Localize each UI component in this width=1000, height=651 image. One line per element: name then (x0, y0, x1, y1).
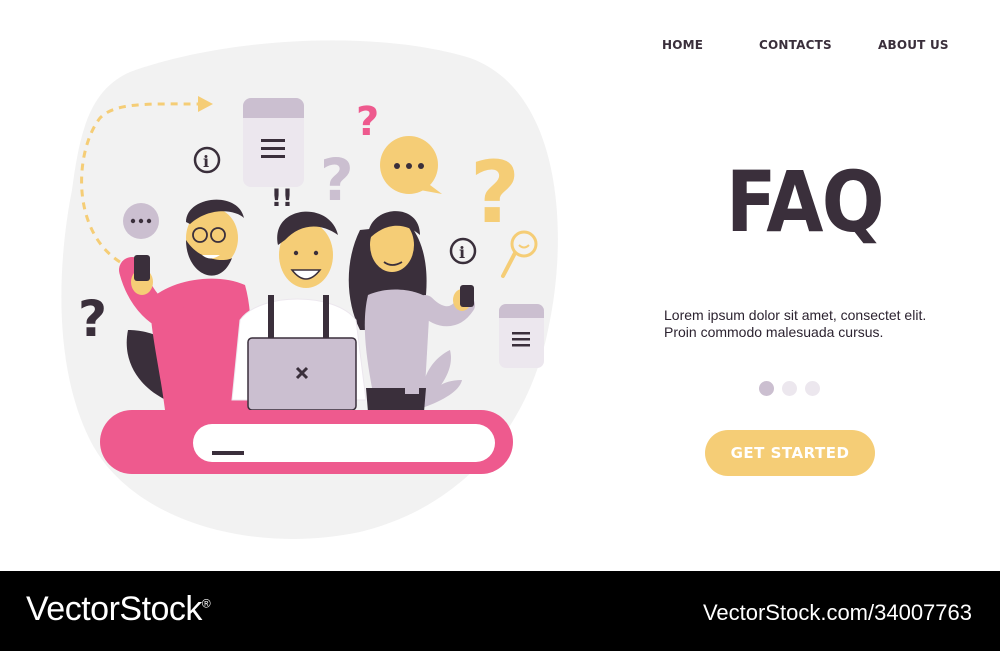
laptop-icon (247, 337, 357, 411)
carousel-dot-2[interactable] (782, 381, 797, 396)
exclamation-text: !! (271, 184, 293, 212)
svg-text:?: ? (320, 146, 354, 214)
carousel-dot-3[interactable] (805, 381, 820, 396)
document-icon (243, 98, 304, 187)
landing-page: HOME CONTACTS ABOUT US FAQ Lorem ipsum d… (0, 0, 1000, 571)
nav-contacts-link[interactable]: CONTACTS (759, 38, 832, 52)
get-started-button[interactable]: GET STARTED (705, 430, 875, 476)
nav-about-link[interactable]: ABOUT US (878, 38, 949, 52)
hero-description: Lorem ipsum dolor sit amet, consectet el… (664, 307, 927, 340)
nav-home-link[interactable]: HOME (662, 38, 703, 52)
question-mark-icon: ? (320, 146, 354, 214)
page-title: FAQ (726, 153, 885, 251)
phone-icon (460, 285, 474, 307)
carousel-indicators (759, 381, 820, 396)
carousel-dot-1[interactable] (759, 381, 774, 396)
question-mark-icon: ? (78, 290, 107, 348)
svg-text:i: i (203, 152, 209, 171)
chat-bubble-icon (123, 203, 159, 239)
search-bar-icon (100, 410, 513, 474)
svg-text:?: ? (356, 99, 379, 145)
question-mark-icon: ? (356, 99, 379, 145)
svg-text:i: i (459, 243, 465, 262)
watermark-url: VectorStock.com/34007763 (702, 600, 972, 625)
svg-text:?: ? (470, 143, 520, 243)
phone-icon (134, 255, 150, 281)
question-mark-icon: ? (470, 143, 520, 243)
document-icon (499, 304, 544, 368)
watermark-brand: VectorStock® (26, 590, 211, 629)
svg-text:?: ? (78, 290, 107, 348)
watermark-brand-text: VectorStock (26, 590, 202, 628)
registered-mark: ® (201, 596, 211, 611)
faq-illustration: ? ? ? ? i i !! (61, 40, 558, 539)
